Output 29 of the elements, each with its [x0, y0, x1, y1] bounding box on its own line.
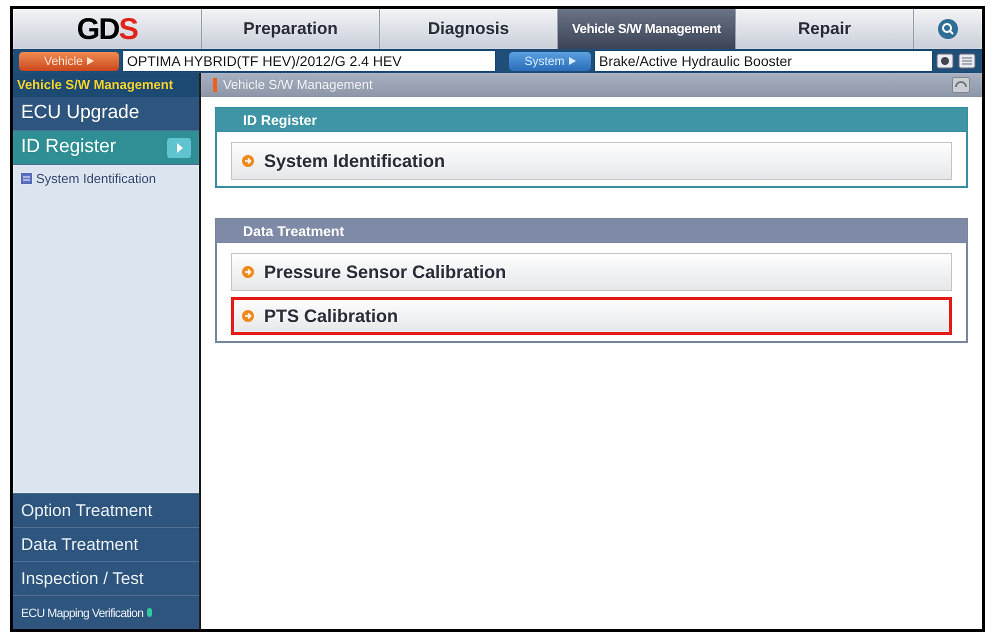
sidebar-subitem[interactable]: System Identification: [36, 169, 156, 188]
arrow-icon: [242, 266, 254, 278]
sidebar-item[interactable]: Data Treatment: [13, 527, 199, 561]
system-field[interactable]: Brake/Active Hydraulic Booster: [595, 51, 932, 71]
menu-item[interactable]: Pressure Sensor Calibration: [231, 253, 952, 291]
sidebar-item[interactable]: ECU Upgrade: [13, 97, 199, 131]
section-header: Data Treatment: [217, 220, 966, 243]
logo: GDS: [76, 12, 138, 48]
breadcrumb: Vehicle S/W Management: [223, 76, 374, 94]
sidebar-item[interactable]: Option Treatment: [13, 493, 199, 527]
document-icon: [21, 173, 32, 184]
arrow-icon: [242, 155, 254, 167]
search-icon[interactable]: [937, 18, 959, 40]
nav-tab[interactable]: Vehicle S/W Management: [557, 9, 735, 49]
play-icon: [568, 57, 576, 65]
refresh-icon[interactable]: [952, 77, 970, 93]
arrow-icon: [242, 310, 254, 322]
vehicle-field[interactable]: OPTIMA HYBRID(TF HEV)/2012/G 2.4 HEV: [123, 51, 495, 71]
marker-icon: [213, 78, 217, 92]
play-icon: [86, 57, 94, 65]
camera-icon[interactable]: [936, 53, 954, 69]
menu-item[interactable]: System Identification: [231, 142, 952, 180]
sidebar-item[interactable]: ID Register: [13, 131, 199, 165]
window-icon[interactable]: [958, 53, 976, 69]
sidebar-item[interactable]: ECU Mapping Verification: [13, 595, 199, 629]
menu-item[interactable]: PTS Calibration: [231, 297, 952, 335]
section-header: ID Register: [217, 109, 966, 132]
sidebar-item[interactable]: Inspection / Test: [13, 561, 199, 595]
sidebar-title: Vehicle S/W Management: [13, 73, 199, 97]
